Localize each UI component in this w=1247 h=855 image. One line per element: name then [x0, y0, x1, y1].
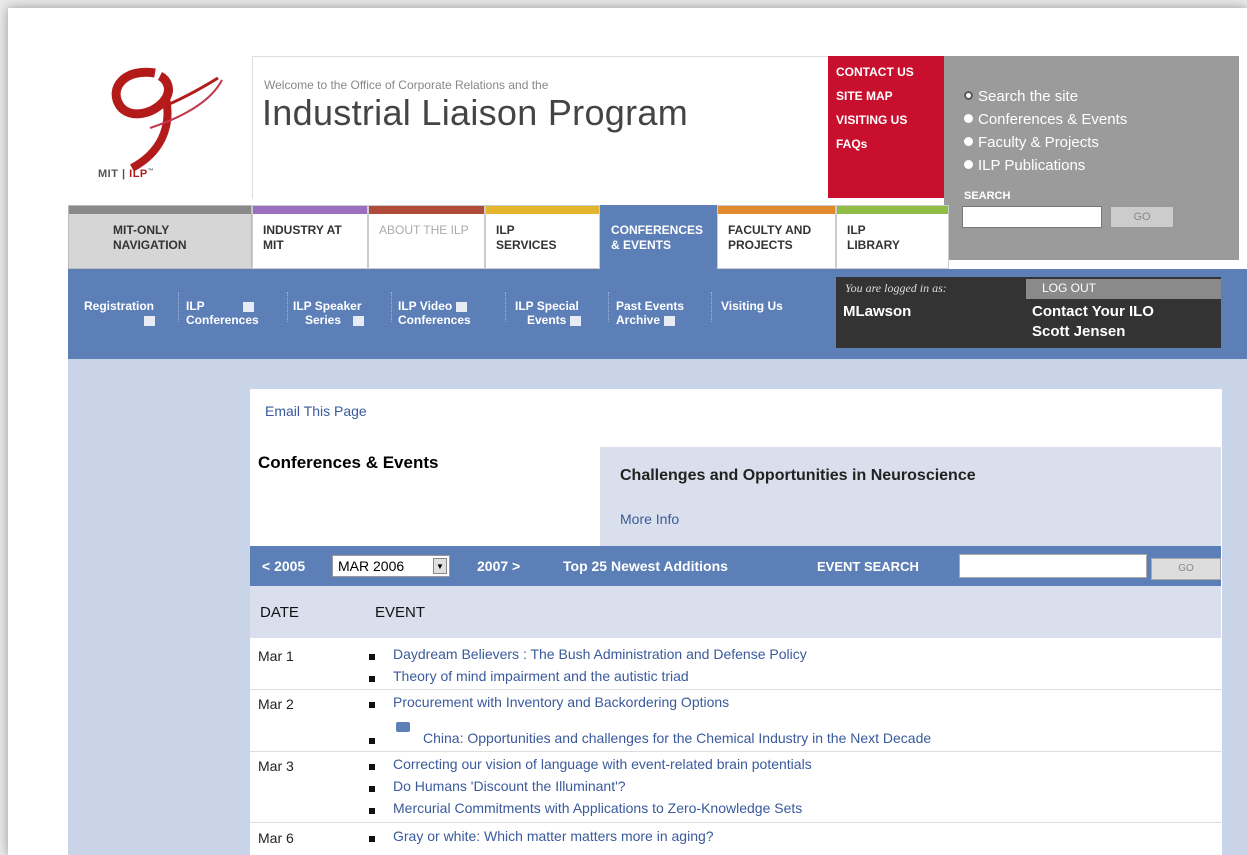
events-table-header: DATE EVENT — [250, 586, 1221, 638]
speech-bubble-icon — [353, 315, 365, 326]
search-option-site[interactable]: Search the site — [964, 88, 1078, 105]
archive-icon — [664, 315, 676, 326]
chevron-down-icon[interactable]: ▼ — [433, 558, 447, 574]
featured-event-panel: Challenges and Opportunities in Neurosci… — [600, 447, 1221, 547]
tab-faculty-and-projects[interactable]: FACULTY AND PROJECTS — [717, 205, 836, 269]
table-row-date: Mar 6 — [258, 830, 294, 846]
logout-link[interactable]: LOG OUT — [1042, 281, 1096, 295]
table-row-date: Mar 1 — [258, 648, 294, 664]
audience-icon — [242, 301, 254, 312]
event-link[interactable]: Gray or white: Which matter matters more… — [393, 828, 714, 844]
email-this-page-link[interactable]: Email This Page — [265, 403, 367, 419]
tab-ilp-services[interactable]: ILP SERVICES — [485, 205, 600, 269]
tab-about-the-ilp[interactable]: ABOUT THE ILP — [368, 205, 485, 269]
search-panel: Search the site Conferences & Events Fac… — [944, 56, 1239, 260]
bullet-icon — [369, 654, 375, 660]
logged-in-label: You are logged in as: — [845, 281, 947, 295]
search-option-publications[interactable]: ILP Publications — [964, 157, 1085, 174]
tab-industry-at-mit[interactable]: INDUSTRY AT MIT — [252, 205, 368, 269]
newest-additions-link[interactable]: Top 25 Newest Additions — [563, 558, 728, 574]
radio-selected-icon[interactable] — [964, 91, 973, 100]
browser-page: MIT | ILP™ Welcome to the Office of Corp… — [8, 8, 1247, 855]
subnav-ilp-video-conferences[interactable]: ILP Video Conferences — [398, 299, 471, 327]
subnav-divider — [391, 292, 392, 322]
row-divider — [250, 689, 1221, 690]
subnav-past-events-archive[interactable]: Past Events Archive — [616, 299, 684, 327]
contact-us-link[interactable]: CONTACT US — [836, 65, 914, 79]
month-select[interactable]: MAR 2006 ▼ — [332, 555, 450, 577]
bullet-icon — [369, 836, 375, 842]
event-search-input[interactable] — [959, 554, 1147, 578]
event-search-go-button[interactable]: GO — [1151, 558, 1221, 580]
subnav-ilp-conferences[interactable]: ILP Conferences — [186, 299, 259, 327]
mit-ilp-logo-icon[interactable] — [60, 58, 250, 200]
bullet-icon — [369, 738, 375, 744]
tab-conferences-events[interactable]: CONFERENCES & EVENTS — [600, 205, 717, 269]
video-camera-icon — [456, 301, 468, 312]
subnav-ilp-speaker-series[interactable]: ILP Speaker Series — [293, 299, 365, 327]
contact-ilo-link[interactable]: Contact Your ILO — [1032, 303, 1154, 320]
month-select-value: MAR 2006 — [338, 558, 405, 574]
speech-bubble-icon — [396, 722, 410, 732]
subnav-divider — [608, 292, 609, 322]
subnav-ilp-special-events[interactable]: ILP Special Events — [515, 299, 582, 327]
welcome-subtitle: Welcome to the Office of Corporate Relat… — [264, 78, 549, 92]
radio-icon[interactable] — [964, 114, 973, 123]
event-link[interactable]: Do Humans 'Discount the Illuminant'? — [393, 778, 626, 794]
event-link[interactable]: Mercurial Commitments with Applications … — [393, 800, 802, 816]
table-row-date: Mar 2 — [258, 696, 294, 712]
page-title: Conferences & Events — [258, 453, 439, 472]
next-year-link[interactable]: 2007 > — [477, 558, 520, 574]
tab-ilp-library[interactable]: ILP LIBRARY — [836, 205, 949, 269]
table-row-date: Mar 3 — [258, 758, 294, 774]
event-filter-bar: < 2005 MAR 2006 ▼ 2007 > Top 25 Newest A… — [250, 546, 1221, 586]
event-link[interactable]: Correcting our vision of language with e… — [393, 756, 812, 772]
bullet-icon — [369, 808, 375, 814]
subnav-registration[interactable]: Registration — [84, 299, 155, 327]
faqs-link[interactable]: FAQs — [836, 137, 867, 151]
subnav-divider — [287, 292, 288, 322]
site-search-go-button[interactable]: GO — [1110, 206, 1174, 228]
site-map-link[interactable]: SITE MAP — [836, 89, 893, 103]
handshake-icon — [570, 315, 582, 326]
ilo-name: Scott Jensen — [1032, 323, 1126, 340]
radio-icon[interactable] — [964, 137, 973, 146]
event-link[interactable]: Procurement with Inventory and Backorder… — [393, 694, 729, 710]
row-divider — [250, 751, 1221, 752]
event-link[interactable]: China: Opportunities and challenges for … — [423, 730, 931, 746]
featured-event-title: Challenges and Opportunities in Neurosci… — [620, 467, 976, 484]
username: MLawson — [843, 303, 912, 320]
site-search-input[interactable] — [962, 206, 1102, 228]
logo-text: MIT | ILP™ — [98, 168, 155, 180]
subnav-divider — [178, 292, 179, 322]
radio-icon[interactable] — [964, 160, 973, 169]
event-search-label: EVENT SEARCH — [817, 559, 919, 574]
more-info-link[interactable]: More Info — [620, 511, 679, 527]
subnav-divider — [711, 292, 712, 322]
subnav-visiting-us[interactable]: Visiting Us — [721, 299, 783, 313]
form-icon — [144, 315, 155, 326]
prev-year-link[interactable]: < 2005 — [262, 558, 305, 574]
bullet-icon — [369, 786, 375, 792]
search-option-faculty[interactable]: Faculty & Projects — [964, 134, 1099, 151]
site-title: Industrial Liaison Program — [262, 92, 689, 133]
bullet-icon — [369, 676, 375, 682]
row-divider — [250, 822, 1221, 823]
event-link[interactable]: Theory of mind impairment and the autist… — [393, 668, 689, 684]
event-column-header: EVENT — [375, 604, 426, 621]
bullet-icon — [369, 764, 375, 770]
subnav-divider — [505, 292, 506, 322]
quick-links-panel: CONTACT US SITE MAP VISITING US FAQs — [828, 56, 944, 198]
tab-mit-only-navigation[interactable]: MIT-ONLY NAVIGATION — [68, 205, 252, 269]
visiting-us-link[interactable]: VISITING US — [836, 113, 907, 127]
event-link[interactable]: Daydream Believers : The Bush Administra… — [393, 646, 807, 662]
search-option-conferences[interactable]: Conferences & Events — [964, 111, 1127, 128]
bullet-icon — [369, 702, 375, 708]
date-column-header: DATE — [260, 604, 299, 621]
search-label: SEARCH — [964, 190, 1011, 202]
